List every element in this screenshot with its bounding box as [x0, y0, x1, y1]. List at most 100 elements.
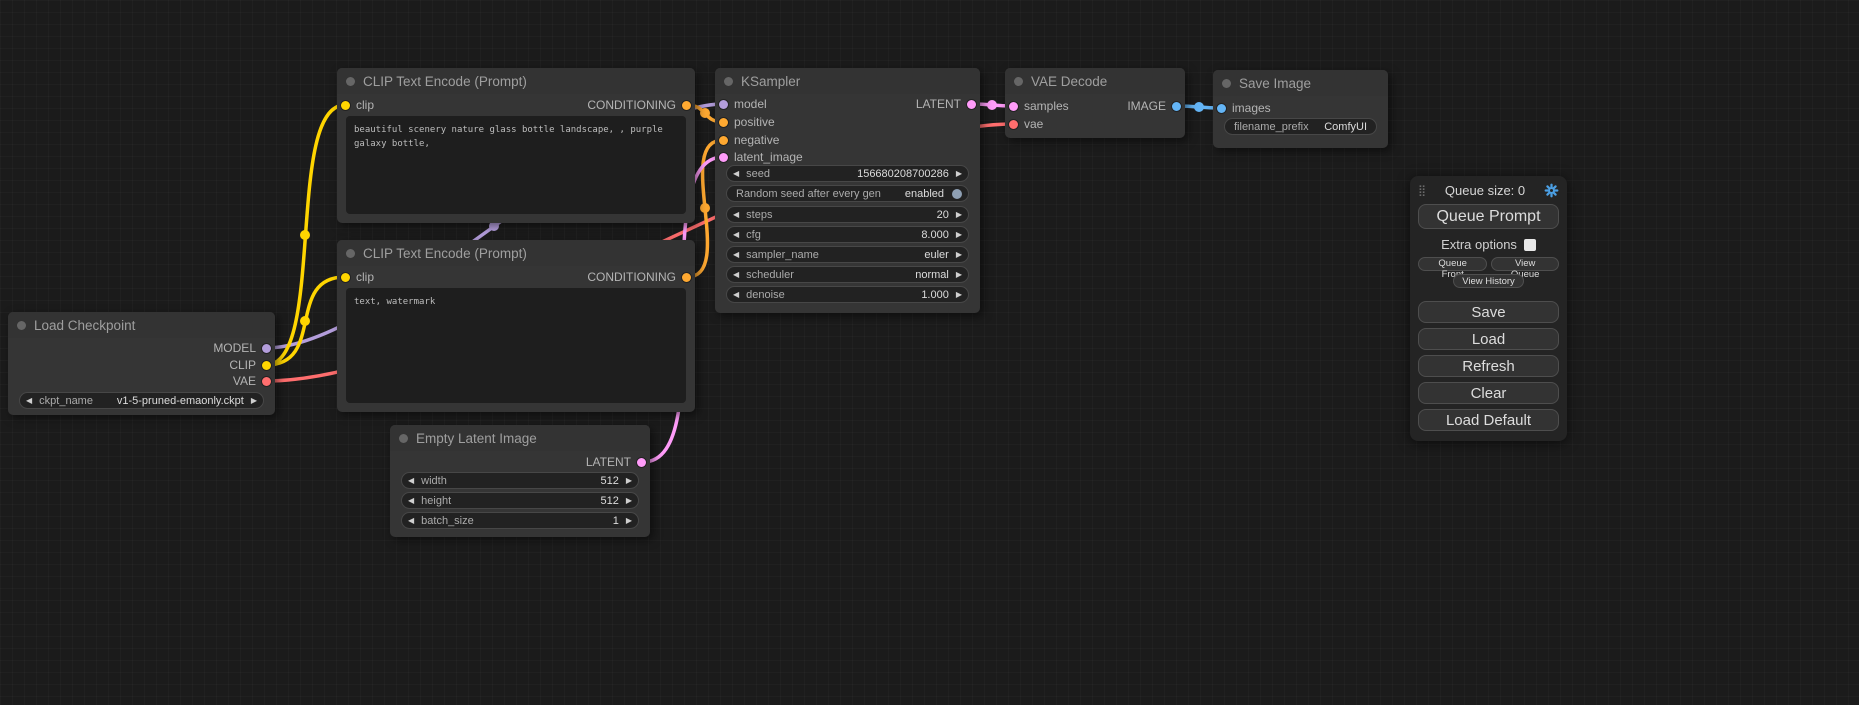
drag-handle-icon[interactable]: ⣿ — [1418, 184, 1426, 197]
steps-widget[interactable]: ◀ steps 20 ▶ — [726, 206, 969, 223]
increment-arrow-icon[interactable]: ▶ — [956, 170, 962, 178]
seed-widget[interactable]: ◀ seed 156680208700286 ▶ — [726, 165, 969, 182]
latent-output-dot[interactable] — [967, 100, 976, 109]
node-clip-text-encode-positive[interactable]: CLIP Text Encode (Prompt) clip CONDITION… — [337, 68, 695, 223]
images-input-dot[interactable] — [1217, 104, 1226, 113]
widget-label: sampler_name — [746, 249, 819, 261]
image-output-dot[interactable] — [1172, 102, 1181, 111]
increment-arrow-icon[interactable]: ▶ — [956, 251, 962, 259]
node-title-bar[interactable]: VAE Decode — [1005, 68, 1185, 94]
negative-prompt-textarea[interactable]: text, watermark — [346, 288, 686, 403]
node-title-bar[interactable]: Save Image — [1213, 70, 1388, 96]
denoise-widget[interactable]: ◀ denoise 1.000 ▶ — [726, 286, 969, 303]
ckpt-name-widget[interactable]: ◀ ckpt_name v1-5-pruned-emaonly.ckpt ▶ — [19, 392, 264, 409]
decrement-arrow-icon[interactable]: ◀ — [733, 170, 739, 178]
view-queue-button[interactable]: View Queue — [1491, 257, 1559, 271]
extra-options-checkbox[interactable] — [1524, 239, 1536, 251]
height-widget[interactable]: ◀ height 512 ▶ — [401, 492, 639, 509]
node-title-bar[interactable]: Empty Latent Image — [390, 425, 650, 451]
node-ksampler[interactable]: KSampler model positive negative latent_… — [715, 68, 980, 313]
node-save-image[interactable]: Save Image images filename_prefix ComfyU… — [1213, 70, 1388, 148]
wire-midpoint-dot — [987, 100, 997, 110]
collapse-dot-icon[interactable] — [399, 434, 408, 443]
node-empty-latent-image[interactable]: Empty Latent Image LATENT ◀ width 512 ▶ … — [390, 425, 650, 537]
positive-input-dot[interactable] — [719, 118, 728, 127]
slot-label: LATENT — [916, 97, 961, 111]
clip-input-dot[interactable] — [341, 273, 350, 282]
extra-options-row: Extra options — [1418, 233, 1559, 254]
increment-arrow-icon[interactable]: ▶ — [956, 291, 962, 299]
collapse-dot-icon[interactable] — [17, 321, 26, 330]
decrement-arrow-icon[interactable]: ◀ — [733, 291, 739, 299]
widget-value: normal — [915, 269, 949, 281]
refresh-button[interactable]: Refresh — [1418, 355, 1559, 377]
save-button[interactable]: Save — [1418, 301, 1559, 323]
toggle-indicator-icon[interactable] — [952, 189, 962, 199]
decrement-arrow-icon[interactable]: ◀ — [26, 397, 32, 405]
widget-label: denoise — [746, 289, 785, 301]
decrement-arrow-icon[interactable]: ◀ — [733, 231, 739, 239]
queue-prompt-button[interactable]: Queue Prompt — [1418, 204, 1559, 229]
increment-arrow-icon[interactable]: ▶ — [626, 497, 632, 505]
increment-arrow-icon[interactable]: ▶ — [626, 477, 632, 485]
input-slot-negative: negative — [719, 133, 779, 147]
negative-input-dot[interactable] — [719, 136, 728, 145]
slot-label: latent_image — [734, 150, 803, 164]
sampler-name-widget[interactable]: ◀ sampler_name euler ▶ — [726, 246, 969, 263]
decrement-arrow-icon[interactable]: ◀ — [408, 517, 414, 525]
wire-midpoint-dot — [700, 203, 710, 213]
collapse-dot-icon[interactable] — [1222, 79, 1231, 88]
node-title-bar[interactable]: KSampler — [715, 68, 980, 94]
conditioning-output-dot[interactable] — [682, 101, 691, 110]
increment-arrow-icon[interactable]: ▶ — [251, 397, 257, 405]
clip-output-dot[interactable] — [262, 361, 271, 370]
decrement-arrow-icon[interactable]: ◀ — [733, 271, 739, 279]
collapse-dot-icon[interactable] — [346, 249, 355, 258]
model-input-dot[interactable] — [719, 100, 728, 109]
widget-label: steps — [746, 209, 772, 221]
graph-canvas[interactable]: { "app": { "name": "ComfyUI" }, "colors"… — [0, 0, 1859, 705]
random-seed-toggle-widget[interactable]: Random seed after every gen enabled — [726, 185, 969, 202]
increment-arrow-icon[interactable]: ▶ — [626, 517, 632, 525]
width-widget[interactable]: ◀ width 512 ▶ — [401, 472, 639, 489]
batch-size-widget[interactable]: ◀ batch_size 1 ▶ — [401, 512, 639, 529]
collapse-dot-icon[interactable] — [724, 77, 733, 86]
clip-input-dot[interactable] — [341, 101, 350, 110]
decrement-arrow-icon[interactable]: ◀ — [733, 211, 739, 219]
positive-prompt-textarea[interactable]: beautiful scenery nature glass bottle la… — [346, 116, 686, 214]
queue-front-button[interactable]: Queue Front — [1418, 257, 1487, 271]
latent-output-dot[interactable] — [637, 458, 646, 467]
load-button[interactable]: Load — [1418, 328, 1559, 350]
model-output-dot[interactable] — [262, 344, 271, 353]
clear-button[interactable]: Clear — [1418, 382, 1559, 404]
collapse-dot-icon[interactable] — [346, 77, 355, 86]
wire-midpoint-dot — [1194, 102, 1204, 112]
output-slot-conditioning: CONDITIONING — [587, 270, 691, 284]
latent-image-input-dot[interactable] — [719, 153, 728, 162]
node-vae-decode[interactable]: VAE Decode samples vae IMAGE — [1005, 68, 1185, 138]
node-load-checkpoint[interactable]: Load Checkpoint MODEL CLIP VAE ◀ ckpt_na… — [8, 312, 275, 415]
increment-arrow-icon[interactable]: ▶ — [956, 231, 962, 239]
cfg-widget[interactable]: ◀ cfg 8.000 ▶ — [726, 226, 969, 243]
node-clip-text-encode-negative[interactable]: CLIP Text Encode (Prompt) clip CONDITION… — [337, 240, 695, 412]
decrement-arrow-icon[interactable]: ◀ — [408, 477, 414, 485]
settings-gear-icon[interactable] — [1544, 183, 1559, 198]
increment-arrow-icon[interactable]: ▶ — [956, 271, 962, 279]
vae-output-dot[interactable] — [262, 377, 271, 386]
collapse-dot-icon[interactable] — [1014, 77, 1023, 86]
vae-input-dot[interactable] — [1009, 120, 1018, 129]
load-default-button[interactable]: Load Default — [1418, 409, 1559, 431]
node-title-bar[interactable]: CLIP Text Encode (Prompt) — [337, 240, 695, 266]
increment-arrow-icon[interactable]: ▶ — [956, 211, 962, 219]
decrement-arrow-icon[interactable]: ◀ — [733, 251, 739, 259]
widget-value: 1.000 — [921, 289, 949, 301]
view-history-button[interactable]: View History — [1453, 274, 1524, 288]
conditioning-output-dot[interactable] — [682, 273, 691, 282]
scheduler-widget[interactable]: ◀ scheduler normal ▶ — [726, 266, 969, 283]
decrement-arrow-icon[interactable]: ◀ — [408, 497, 414, 505]
filename-prefix-widget[interactable]: filename_prefix ComfyUI — [1224, 118, 1377, 135]
samples-input-dot[interactable] — [1009, 102, 1018, 111]
node-title-bar[interactable]: Load Checkpoint — [8, 312, 275, 338]
node-title-bar[interactable]: CLIP Text Encode (Prompt) — [337, 68, 695, 94]
node-graph-canvas[interactable]: Load Checkpoint MODEL CLIP VAE ◀ ckpt_na… — [0, 0, 1859, 705]
